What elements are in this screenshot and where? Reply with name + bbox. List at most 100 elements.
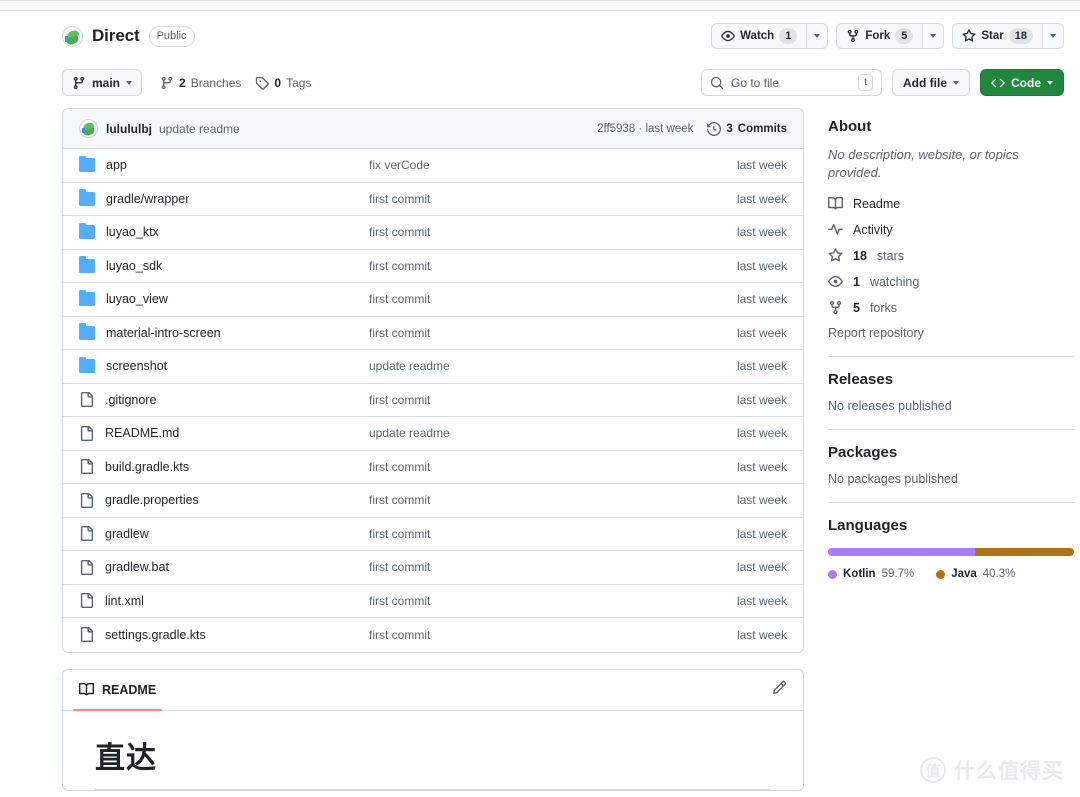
page-title[interactable]: Direct — [92, 26, 140, 46]
file-commit-time: last week — [736, 493, 787, 508]
packages-empty-text: No packages published — [828, 472, 958, 487]
table-row[interactable]: settings.gradle.kts first commit last week — [63, 618, 803, 652]
file-name-cell[interactable]: luyao_view — [79, 289, 369, 307]
file-commit-message[interactable]: first commit — [369, 292, 697, 306]
table-row[interactable]: gradlew.bat first commit last week — [63, 551, 803, 585]
file-commit-message[interactable]: first commit — [369, 527, 697, 541]
report-repository-link[interactable]: Report repository — [828, 326, 1074, 340]
pencil-icon[interactable] — [772, 680, 787, 700]
file-name-cell[interactable]: luyao_sdk — [79, 256, 369, 273]
table-row[interactable]: gradlew first commit last week — [63, 518, 803, 551]
sidebar-item-watching[interactable]: 1 watching — [828, 274, 1074, 289]
file-name-cell[interactable]: material-intro-screen — [79, 323, 369, 340]
file-commit-message[interactable]: first commit — [369, 326, 697, 340]
star-dropdown-button[interactable] — [1042, 23, 1064, 49]
language-bar-segment[interactable] — [828, 548, 975, 557]
file-commit-message[interactable]: update readme — [369, 359, 697, 373]
folder-icon — [79, 189, 95, 206]
table-row[interactable]: luyao_ktx first commit last week — [63, 216, 803, 250]
tag-icon — [256, 76, 270, 90]
commit-author-link[interactable]: lulululbj — [106, 122, 152, 136]
file-commit-time: last week — [736, 258, 787, 273]
file-commit-message[interactable]: first commit — [369, 594, 697, 608]
file-commit-time: last week — [736, 560, 787, 575]
file-commit-time: last week — [736, 392, 787, 407]
fork-button-group: Fork 5 — [836, 23, 945, 49]
repo-body: lulululbj update readme 2ff5938 · last w… — [0, 108, 1080, 791]
watch-count: 1 — [779, 28, 798, 44]
file-commit-message[interactable]: first commit — [369, 192, 697, 206]
table-row[interactable]: screenshot update readme last week — [63, 350, 803, 384]
commits-count-label: Commits — [737, 122, 787, 135]
table-row[interactable]: README.md update readme last week — [63, 417, 803, 451]
watch-button[interactable]: Watch 1 — [711, 23, 807, 49]
language-legend-item[interactable]: Kotlin 59.7% — [828, 568, 914, 580]
file-name-label: gradle.properties — [105, 493, 199, 508]
file-icon — [80, 459, 94, 475]
file-name-label: gradlew — [105, 526, 149, 541]
file-name-cell[interactable]: build.gradle.kts — [79, 459, 369, 475]
commit-sha-and-time[interactable]: 2ff5938 · last week — [597, 123, 693, 135]
branch-selector-button[interactable]: main — [62, 69, 143, 96]
file-name-cell[interactable]: luyao_ktx — [79, 222, 369, 240]
file-commit-time: last week — [736, 593, 787, 608]
add-file-button[interactable]: Add file — [892, 69, 970, 96]
file-name-cell[interactable]: .gitignore — [79, 392, 369, 408]
file-commit-time: last week — [736, 359, 787, 374]
language-color-dot — [828, 569, 837, 579]
file-name-cell[interactable]: README.md — [79, 425, 369, 441]
file-name-cell[interactable]: lint.xml — [79, 593, 369, 609]
search-input[interactable]: Go to file t — [701, 69, 882, 96]
watch-dropdown-button[interactable] — [806, 23, 829, 49]
tab-readme[interactable]: README — [72, 670, 163, 711]
branches-link[interactable]: 2 Branches — [160, 76, 241, 90]
file-name-cell[interactable]: gradlew — [79, 526, 369, 542]
file-commit-message[interactable]: fix verCode — [369, 158, 697, 172]
watch-button-group: Watch 1 — [711, 23, 829, 49]
file-icon — [80, 492, 94, 508]
fork-dropdown-button[interactable] — [922, 23, 945, 49]
commit-message-link[interactable]: update readme — [159, 122, 240, 136]
file-name-cell[interactable]: gradlew.bat — [79, 559, 369, 575]
file-name-cell[interactable]: screenshot — [79, 356, 369, 374]
sidebar-item-activity[interactable]: Activity — [828, 222, 1074, 237]
file-name-cell[interactable]: app — [79, 155, 369, 173]
sidebar-item-stars[interactable]: 18 stars — [828, 248, 1074, 263]
fork-button[interactable]: Fork 5 — [836, 23, 923, 49]
file-commit-message[interactable]: first commit — [369, 560, 697, 574]
file-name-cell[interactable]: gradle.properties — [79, 492, 369, 508]
file-name-cell[interactable]: gradle/wrapper — [79, 189, 369, 206]
file-commit-message[interactable]: first commit — [369, 225, 697, 239]
file-commit-message[interactable]: first commit — [369, 493, 697, 507]
file-commit-message[interactable]: update readme — [369, 426, 697, 440]
languages-bar — [828, 548, 1074, 557]
file-commit-message[interactable]: first commit — [369, 259, 697, 273]
table-row[interactable]: app fix verCode last week — [63, 149, 803, 183]
table-row[interactable]: build.gradle.kts first commit last week — [63, 451, 803, 484]
table-row[interactable]: material-intro-screen first commit last we… — [63, 317, 803, 350]
file-commit-message[interactable]: first commit — [369, 393, 697, 407]
table-row[interactable]: lint.xml first commit last week — [63, 585, 803, 618]
table-row[interactable]: gradle.properties first commit last week — [63, 484, 803, 518]
table-row[interactable]: luyao_sdk first commit last week — [63, 250, 803, 283]
star-label: Star — [981, 30, 1004, 42]
toolbar-right: Go to file t Add file Code — [701, 69, 1064, 96]
table-row[interactable]: luyao_view first commit last week — [63, 283, 803, 317]
sidebar-item-forks[interactable]: 5 forks — [828, 300, 1074, 315]
language-bar-segment[interactable] — [974, 548, 1074, 557]
language-legend-item[interactable]: Java 40.3% — [936, 568, 1015, 580]
sidebar-item-readme[interactable]: Readme — [828, 196, 1074, 211]
file-name-cell[interactable]: settings.gradle.kts — [79, 627, 369, 643]
code-button[interactable]: Code — [980, 69, 1064, 96]
file-commit-message[interactable]: first commit — [369, 628, 697, 642]
star-button[interactable]: Star 18 — [952, 23, 1042, 49]
divider — [828, 429, 1074, 431]
sidebar: About No description, website, or topics… — [828, 108, 1074, 580]
language-percent: 40.3% — [982, 568, 1016, 581]
table-row[interactable]: gradle/wrapper first commit last week — [63, 183, 803, 216]
commits-count-link[interactable]: 3 Commits — [707, 121, 787, 136]
tags-link[interactable]: 0 Tags — [255, 76, 311, 90]
file-browser-column: lulululbj update readme 2ff5938 · last w… — [62, 108, 804, 791]
file-commit-message[interactable]: first commit — [369, 460, 697, 474]
table-row[interactable]: .gitignore first commit last week — [63, 384, 803, 417]
